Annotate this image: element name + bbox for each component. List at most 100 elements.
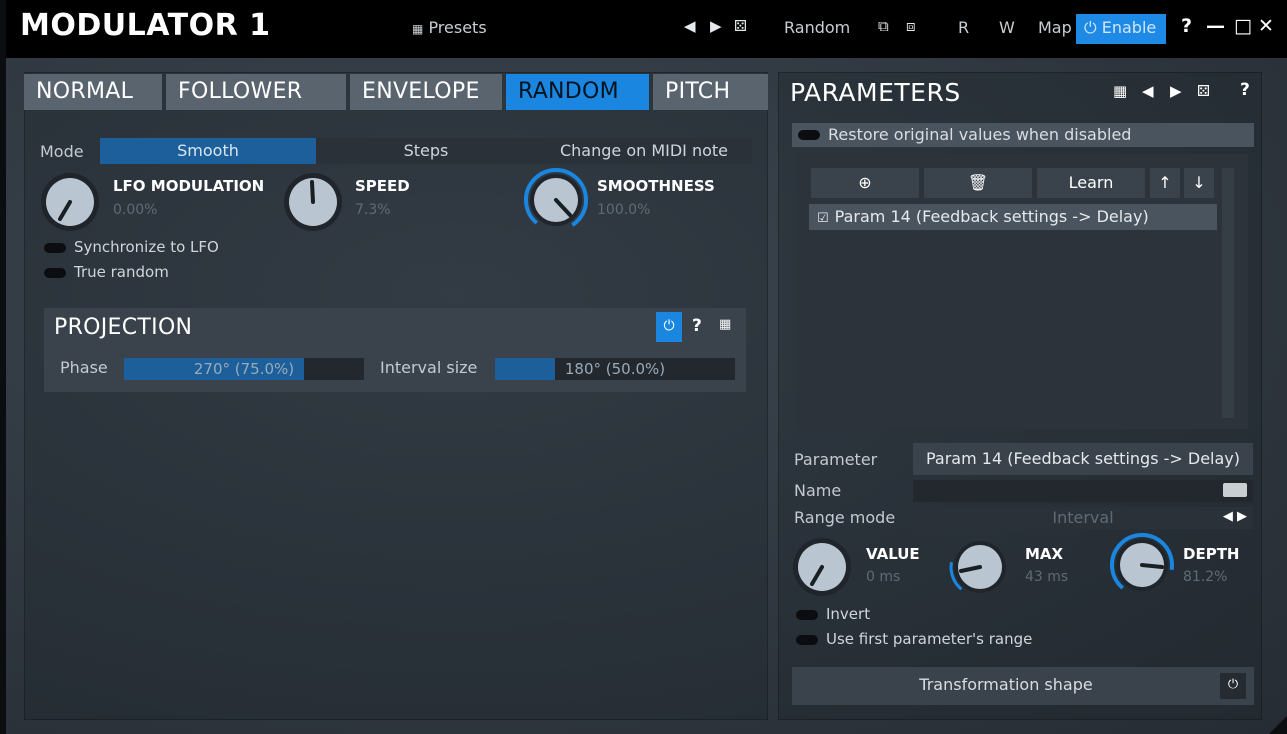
tab-normal[interactable]: NORMAL	[24, 74, 162, 110]
projection-power-button[interactable]: ⏻	[656, 312, 682, 342]
map-button[interactable]: Map	[1038, 18, 1072, 37]
power-icon[interactable]: ⏻	[1220, 673, 1246, 699]
presets-button[interactable]: ▦ Presets	[412, 18, 487, 37]
value-knob[interactable]	[790, 535, 854, 599]
toggle-switch	[44, 242, 66, 253]
name-field[interactable]	[913, 480, 1253, 502]
arrow-up-icon: ↑	[1158, 173, 1172, 192]
toggle-switch	[796, 609, 818, 620]
max-title: MAX	[1025, 545, 1064, 563]
restore-original-values-toggle[interactable]: Restore original values when disabled	[792, 123, 1254, 147]
enable-button[interactable]: ⏻ Enable	[1076, 14, 1166, 44]
smoothness-knob[interactable]	[522, 166, 590, 234]
toggle-label: True random	[74, 263, 169, 281]
enable-label: Enable	[1101, 18, 1157, 37]
parameters-title: PARAMETERS	[790, 78, 961, 107]
phase-slider[interactable]: 270° (75.0%)	[124, 358, 364, 380]
range-mode-value: Interval	[1052, 508, 1114, 527]
move-up-button[interactable]: ↑	[1150, 168, 1180, 198]
mode-smooth[interactable]: Smooth	[100, 138, 316, 164]
previous-preset-icon[interactable]: ◀	[684, 17, 696, 35]
random-button[interactable]: Random	[784, 18, 850, 37]
toggle-switch	[798, 130, 820, 140]
range-mode-label: Range mode	[794, 508, 896, 527]
value-title: VALUE	[866, 545, 920, 563]
range-mode-select[interactable]: Interval ◀ ▶	[913, 507, 1253, 529]
projection-help-button[interactable]: ?	[692, 316, 702, 336]
move-down-button[interactable]: ↓	[1184, 168, 1214, 198]
tab-pitch[interactable]: PITCH	[653, 74, 768, 110]
speed-knob[interactable]	[281, 170, 345, 234]
projection-title: PROJECTION	[54, 315, 193, 340]
restore-label: Restore original values when disabled	[828, 125, 1132, 144]
depth-knob[interactable]	[1108, 531, 1176, 599]
projection-panel: PROJECTION ⏻ ? ▦ Phase 270° (75.0%) Inte…	[44, 308, 746, 392]
maximize-icon[interactable]: □	[1234, 15, 1252, 37]
tab-random[interactable]: RANDOM	[506, 74, 649, 110]
write-button[interactable]: W	[999, 18, 1015, 37]
lfo-modulation-value: 0.00%	[113, 202, 158, 218]
transformation-shape-button[interactable]: Transformation shape ⏻	[792, 667, 1254, 705]
interval-size-slider[interactable]: 180° (50.0%)	[495, 358, 735, 380]
resize-handle[interactable]	[1269, 716, 1287, 734]
plus-icon: ⊕	[858, 173, 872, 192]
true-random-toggle[interactable]: True random	[44, 263, 169, 281]
lfo-modulation-knob[interactable]	[38, 170, 102, 234]
next-preset-icon[interactable]: ▶	[710, 17, 722, 35]
depth-value: 81.2%	[1183, 569, 1228, 585]
power-icon: ⏻	[1084, 18, 1097, 37]
help-button[interactable]: ?	[1181, 15, 1192, 37]
parameter-select[interactable]: Param 14 (Feedback settings -> Delay)	[913, 443, 1253, 475]
projection-menu-icon[interactable]: ▦	[719, 317, 731, 332]
read-button[interactable]: R	[958, 18, 969, 37]
toggle-switch	[796, 634, 818, 645]
toggle-label: Use first parameter's range	[826, 630, 1033, 648]
grid-icon: ▦	[412, 22, 424, 36]
range-mode-arrows-icon[interactable]: ◀ ▶	[1223, 509, 1247, 524]
learn-button[interactable]: Learn	[1037, 168, 1145, 198]
value-value: 0 ms	[866, 569, 901, 585]
paste-icon[interactable]: ⧈	[906, 17, 916, 35]
parameters-help-button[interactable]: ?	[1240, 80, 1250, 100]
tab-follower[interactable]: FOLLOWER	[166, 74, 346, 110]
mode-steps[interactable]: Steps	[318, 138, 534, 164]
max-knob[interactable]	[948, 535, 1012, 599]
delete-parameter-button[interactable]: 🗑	[924, 168, 1032, 198]
previous-icon[interactable]: ◀	[1142, 82, 1154, 100]
name-label: Name	[794, 481, 842, 500]
mode-change-on-midi-note[interactable]: Change on MIDI note	[536, 138, 752, 164]
window-title: MODULATOR 1	[20, 8, 271, 43]
add-parameter-button[interactable]: ⊕	[811, 168, 919, 198]
keyboard-icon[interactable]	[1223, 483, 1247, 497]
arrow-down-icon: ↓	[1192, 173, 1206, 192]
transformation-shape-label: Transformation shape	[919, 675, 1093, 694]
tab-envelope[interactable]: ENVELOPE	[350, 74, 502, 110]
phase-label: Phase	[60, 358, 108, 377]
next-icon[interactable]: ▶	[1170, 82, 1182, 100]
list-item-label: Param 14 (Feedback settings -> Delay)	[834, 207, 1149, 226]
grid-icon[interactable]: ▦	[1113, 82, 1127, 100]
toggle-switch	[44, 267, 66, 278]
lfo-modulation-title: LFO MODULATION	[113, 177, 265, 195]
depth-title: DEPTH	[1183, 545, 1240, 563]
presets-label: Presets	[428, 18, 487, 37]
phase-value: 270° (75.0%)	[193, 360, 295, 378]
mode-selector: Mode Smooth Steps Change on MIDI note	[40, 138, 752, 164]
invert-toggle[interactable]: Invert	[796, 605, 870, 623]
minimize-icon[interactable]: —	[1206, 15, 1225, 37]
copy-icon[interactable]: ⧉	[878, 17, 889, 35]
toggle-label: Synchronize to LFO	[74, 238, 219, 256]
random-dice-icon[interactable]: ⚄	[1197, 82, 1210, 100]
use-first-parameters-range-toggle[interactable]: Use first parameter's range	[796, 630, 1032, 648]
modulator-panel	[24, 72, 768, 720]
random-dice-icon[interactable]: ⚄	[734, 17, 747, 35]
smoothness-value: 100.0%	[597, 202, 651, 218]
interval-size-label: Interval size	[380, 358, 478, 377]
interval-size-value: 180° (50.0%)	[564, 360, 666, 378]
list-scrollbar[interactable]	[1222, 168, 1234, 418]
mode-label: Mode	[40, 142, 84, 161]
list-item[interactable]: ☑ Param 14 (Feedback settings -> Delay)	[809, 204, 1217, 230]
close-icon[interactable]: ✕	[1258, 15, 1274, 37]
speed-title: SPEED	[355, 177, 410, 195]
synchronize-to-lfo-toggle[interactable]: Synchronize to LFO	[44, 238, 219, 256]
